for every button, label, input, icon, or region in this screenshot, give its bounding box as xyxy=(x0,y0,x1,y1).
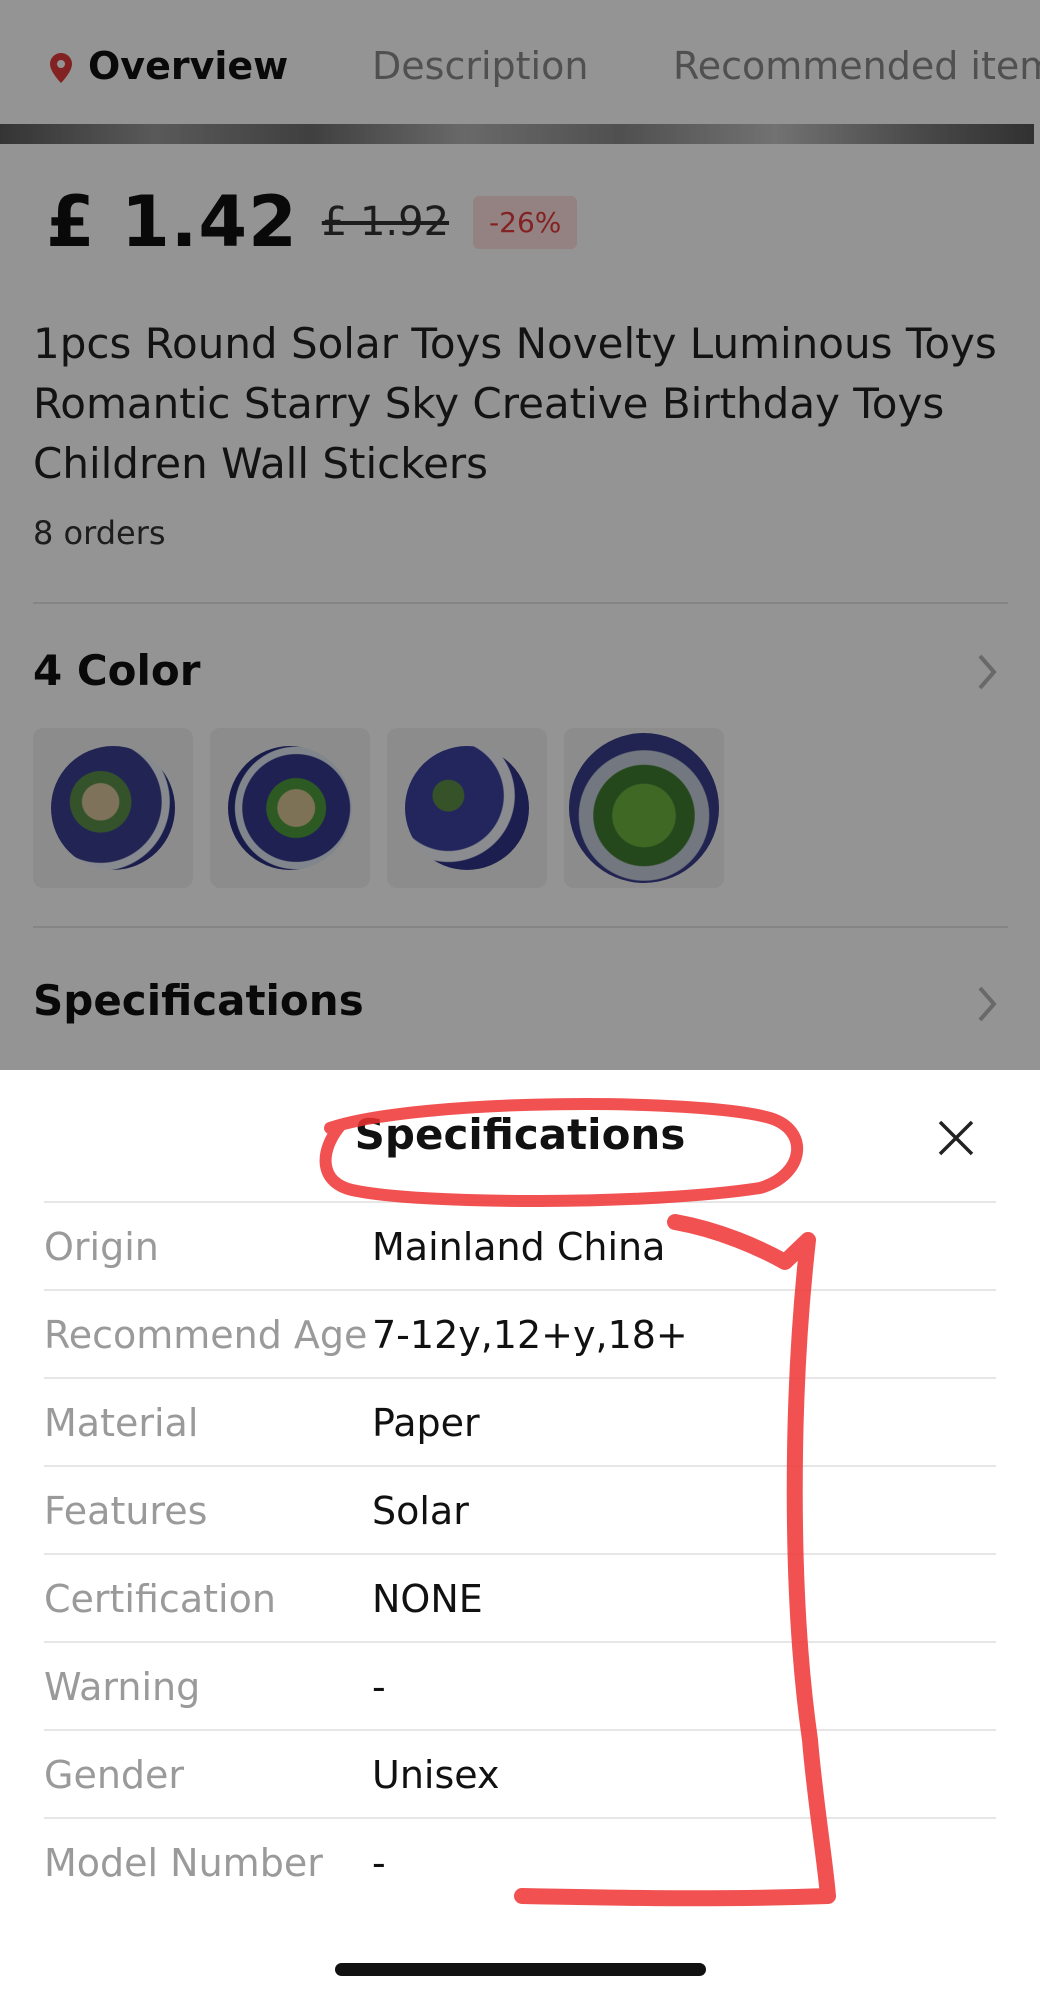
specifications-sheet: Specifications Origin Mainland China Rec… xyxy=(0,1070,1040,2000)
spec-value: NONE xyxy=(372,1577,483,1621)
spec-value: - xyxy=(372,1841,386,1885)
modal-backdrop[interactable] xyxy=(0,0,1040,1070)
home-indicator[interactable] xyxy=(335,1963,706,1976)
spec-value: Mainland China xyxy=(372,1225,666,1269)
spec-label: Recommend Age xyxy=(44,1313,368,1357)
spec-row: Gender Unisex xyxy=(44,1729,996,1817)
spec-row: Material Paper xyxy=(44,1377,996,1465)
product-page: Overview Description Recommended item £ … xyxy=(0,0,1040,2000)
spec-table: Origin Mainland China Recommend Age 7-12… xyxy=(44,1201,996,1905)
spec-value: Solar xyxy=(372,1489,469,1533)
spec-row: Origin Mainland China xyxy=(44,1201,996,1289)
spec-label: Material xyxy=(44,1401,199,1445)
spec-row: Model Number - xyxy=(44,1817,996,1905)
spec-row: Certification NONE xyxy=(44,1553,996,1641)
spec-label: Origin xyxy=(44,1225,159,1269)
spec-row: Warning - xyxy=(44,1641,996,1729)
spec-label: Certification xyxy=(44,1577,276,1621)
spec-label: Model Number xyxy=(44,1841,323,1885)
spec-label: Warning xyxy=(44,1665,201,1709)
spec-label: Gender xyxy=(44,1753,185,1797)
spec-label: Features xyxy=(44,1489,208,1533)
sheet-title: Specifications xyxy=(354,1110,686,1159)
spec-value: Paper xyxy=(372,1401,480,1445)
spec-row: Recommend Age 7-12y,12+y,18+ xyxy=(44,1289,996,1377)
spec-value: 7-12y,12+y,18+ xyxy=(372,1313,688,1357)
spec-row: Features Solar xyxy=(44,1465,996,1553)
spec-value: Unisex xyxy=(372,1753,500,1797)
close-icon[interactable] xyxy=(934,1116,978,1160)
spec-value: - xyxy=(372,1665,386,1709)
